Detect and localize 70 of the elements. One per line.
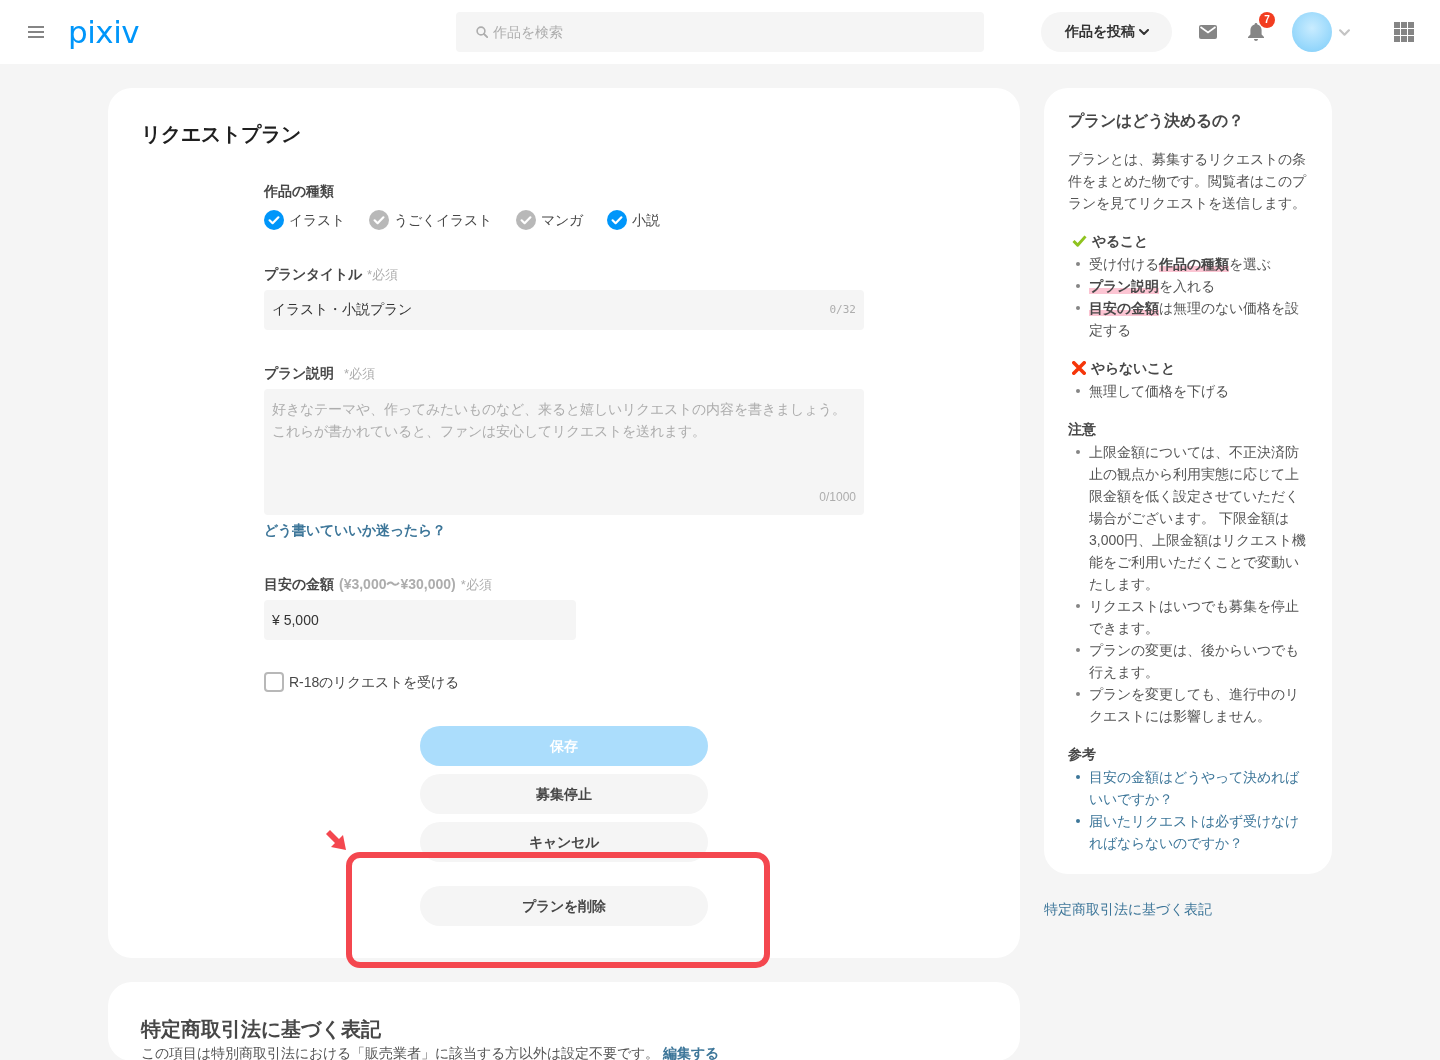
bullet-icon [1076,775,1080,779]
menu-icon[interactable] [28,26,44,38]
range-note: (¥3,000〜¥30,000) [339,575,456,594]
section-heading: やること [1092,232,1148,251]
chevron-down-icon [1139,29,1149,35]
edit-link[interactable]: 編集する [663,1045,719,1060]
bullet-icon [1076,306,1080,310]
post-button[interactable]: 作品を投稿 [1041,12,1172,52]
option-label: 小説 [632,211,660,230]
bullet-icon [1076,648,1080,652]
legal-note: この項目は特別商取引法における「販売業者」に該当する方以外は設定不要です。 [141,1045,659,1060]
required-note: *必須 [344,365,376,383]
list-item-text: 上限金額については、不正決済防止の観点から利用実態に応じて上限金額を低く設定させていただく場合がございます。 下限金額は3,000円、上限金額はリクエスト機能をご利用いただくことで変動いたします。 [1089,443,1308,594]
search-icon [476,26,488,38]
cross-icon [1072,361,1086,375]
character-counter: 0/32 [829,302,856,318]
check-icon [1072,235,1087,247]
checkbox-label: R-18のリクエストを受ける [289,673,460,692]
notification-badge: 7 [1259,12,1275,28]
required-note: *必須 [367,266,399,284]
checkbox[interactable] [516,210,536,230]
guide-text: プランとは、募集するリクエストの条件をまとめた物です。閲覧者はこのプランを見てリクエストを送信します。 [1068,150,1308,213]
option-label: うごくイラスト [394,211,492,230]
option-label: イラスト [289,211,345,230]
checkbox[interactable] [607,210,627,230]
section-heading: 参考 [1068,745,1096,764]
legal-link[interactable]: 特定商取引法に基づく表記 [1044,898,1212,920]
field-label: 作品の種類 [264,182,334,201]
bullet-icon [1076,819,1080,823]
bullet-icon [1076,450,1080,454]
logo[interactable]: pixiv [68,14,140,50]
list-item-text: 受け付ける作品の種類を選ぶ [1089,255,1272,274]
page-title: リクエストプラン [141,122,302,147]
bullet-icon [1076,262,1080,266]
chevron-down-icon[interactable] [1339,28,1350,36]
form-button[interactable]: 募集停止 [420,774,708,814]
list-item-text: 無理して価格を下げる [1089,382,1230,401]
avatar[interactable] [1292,12,1332,52]
section-heading: やらないこと [1091,359,1175,378]
grid-icon[interactable] [1394,22,1414,42]
checkbox[interactable] [264,672,284,692]
checkbox[interactable] [369,210,389,230]
section-title: 特定商取引法に基づく表記 [141,1017,382,1042]
checkbox[interactable] [264,210,284,230]
bullet-icon [1076,604,1080,608]
search-field[interactable]: 作品を検索 [456,12,984,52]
bullet-icon [1076,284,1080,288]
list-item-text: プランの変更は、後からいつでも行えます。 [1089,641,1300,682]
field-label: 目安の金額 [264,575,334,594]
bullet-icon [1076,692,1080,696]
list-item-text: プランを変更しても、進行中のリクエストには影響しません。 [1089,685,1300,726]
list-item-text: リクエストはいつでも募集を停止できます。 [1089,597,1300,638]
field-label: プランタイトル [264,265,362,284]
form-button[interactable]: プランを削除 [420,886,708,926]
help-link[interactable]: どう書いていいか迷ったら？ [264,519,446,541]
section-heading: 注意 [1068,420,1096,439]
option-label: マンガ [541,211,583,230]
field-label: プラン説明 [264,364,334,383]
help-link[interactable]: 届いたリクエストは必ず受けなければならないのですか？ [1089,810,1308,854]
arrow-icon [326,830,346,850]
required-note: *必須 [460,576,492,594]
mail-icon[interactable] [1199,25,1217,39]
guide-title: プランはどう決めるの？ [1068,111,1245,132]
list-item-text: 目安の金額は無理のない価格を設定する [1089,299,1300,340]
list-item-text: プラン説明を入れる [1089,277,1216,296]
help-link[interactable]: 目安の金額はどうやって決めればいいですか？ [1089,766,1308,810]
bullet-icon [1076,389,1080,393]
character-counter: 0/1000 [819,489,856,505]
price-field[interactable]: ¥ 5,000 [264,600,576,640]
bell-icon[interactable] [1248,23,1264,41]
